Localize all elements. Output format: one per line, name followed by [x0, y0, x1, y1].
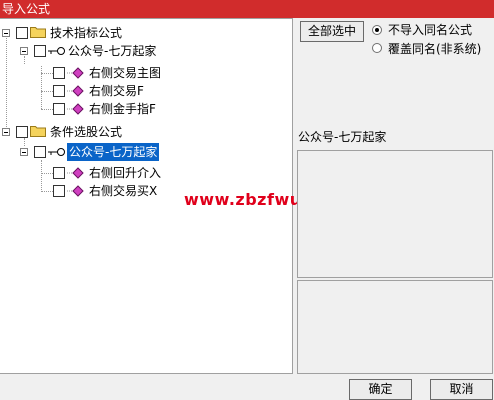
formula-icon [67, 67, 84, 79]
radio-overwrite-label[interactable]: 覆盖同名(非系统) [388, 40, 481, 57]
select-all-button[interactable]: 全部选中 [300, 21, 364, 42]
group-checkbox[interactable] [16, 126, 28, 138]
formula-icon [67, 85, 84, 97]
formula-icon [67, 185, 84, 197]
radio-overwrite[interactable] [372, 43, 382, 53]
folder-icon [30, 27, 46, 38]
key-icon [48, 148, 65, 156]
leaf-checkbox[interactable] [53, 85, 65, 97]
tree-line [41, 160, 42, 192]
key-icon [48, 47, 65, 55]
tree-line [41, 191, 53, 192]
formula-detail-box [297, 280, 493, 374]
formula-icon [67, 167, 84, 179]
tree-group-label: 条件选股公式 [50, 125, 123, 139]
leaf-checkbox[interactable] [53, 103, 65, 115]
group-checkbox[interactable] [16, 27, 28, 39]
tree-leaf-label: 右侧金手指F [89, 102, 156, 116]
title-bar: 导入公式 [0, 0, 494, 18]
ok-button[interactable]: 确定 [349, 379, 412, 400]
folder-icon [30, 126, 46, 137]
tree-line [6, 38, 7, 135]
tree-leaf-label: 右侧回升介入 [89, 166, 162, 180]
collapse-toggle[interactable] [20, 148, 28, 156]
window-title: 导入公式 [2, 2, 51, 16]
tree-line [41, 109, 53, 110]
collapse-toggle[interactable] [2, 128, 10, 136]
collapse-toggle[interactable] [2, 29, 10, 37]
node-checkbox[interactable] [34, 146, 46, 158]
tree-node-label: 公众号-七万起家 [68, 44, 157, 58]
tree-leaf-label: 右侧交易F [89, 84, 144, 98]
tree-node-label-selected: 公众号-七万起家 [67, 143, 160, 161]
tree-line [41, 173, 53, 174]
node-checkbox[interactable] [34, 45, 46, 57]
tree-line [24, 138, 25, 146]
tree-leaf-label: 右侧交易买X [89, 184, 158, 198]
leaf-checkbox[interactable] [53, 185, 65, 197]
cancel-button[interactable]: 取消 [430, 379, 493, 400]
leaf-checkbox[interactable] [53, 67, 65, 79]
radio-no-import-label[interactable]: 不导入同名公式 [388, 21, 472, 38]
formula-icon [67, 103, 84, 115]
collapse-toggle[interactable] [20, 47, 28, 55]
tree-line [41, 91, 53, 92]
tree-leaf-label: 右侧交易主图 [89, 66, 162, 80]
selected-formula-name: 公众号-七万起家 [298, 130, 387, 144]
leaf-checkbox[interactable] [53, 167, 65, 179]
formula-description-box [297, 150, 493, 278]
tree-line [24, 56, 25, 64]
tree-group-label: 技术指标公式 [50, 26, 123, 40]
tree-line [41, 73, 53, 74]
radio-no-import[interactable] [372, 25, 382, 35]
